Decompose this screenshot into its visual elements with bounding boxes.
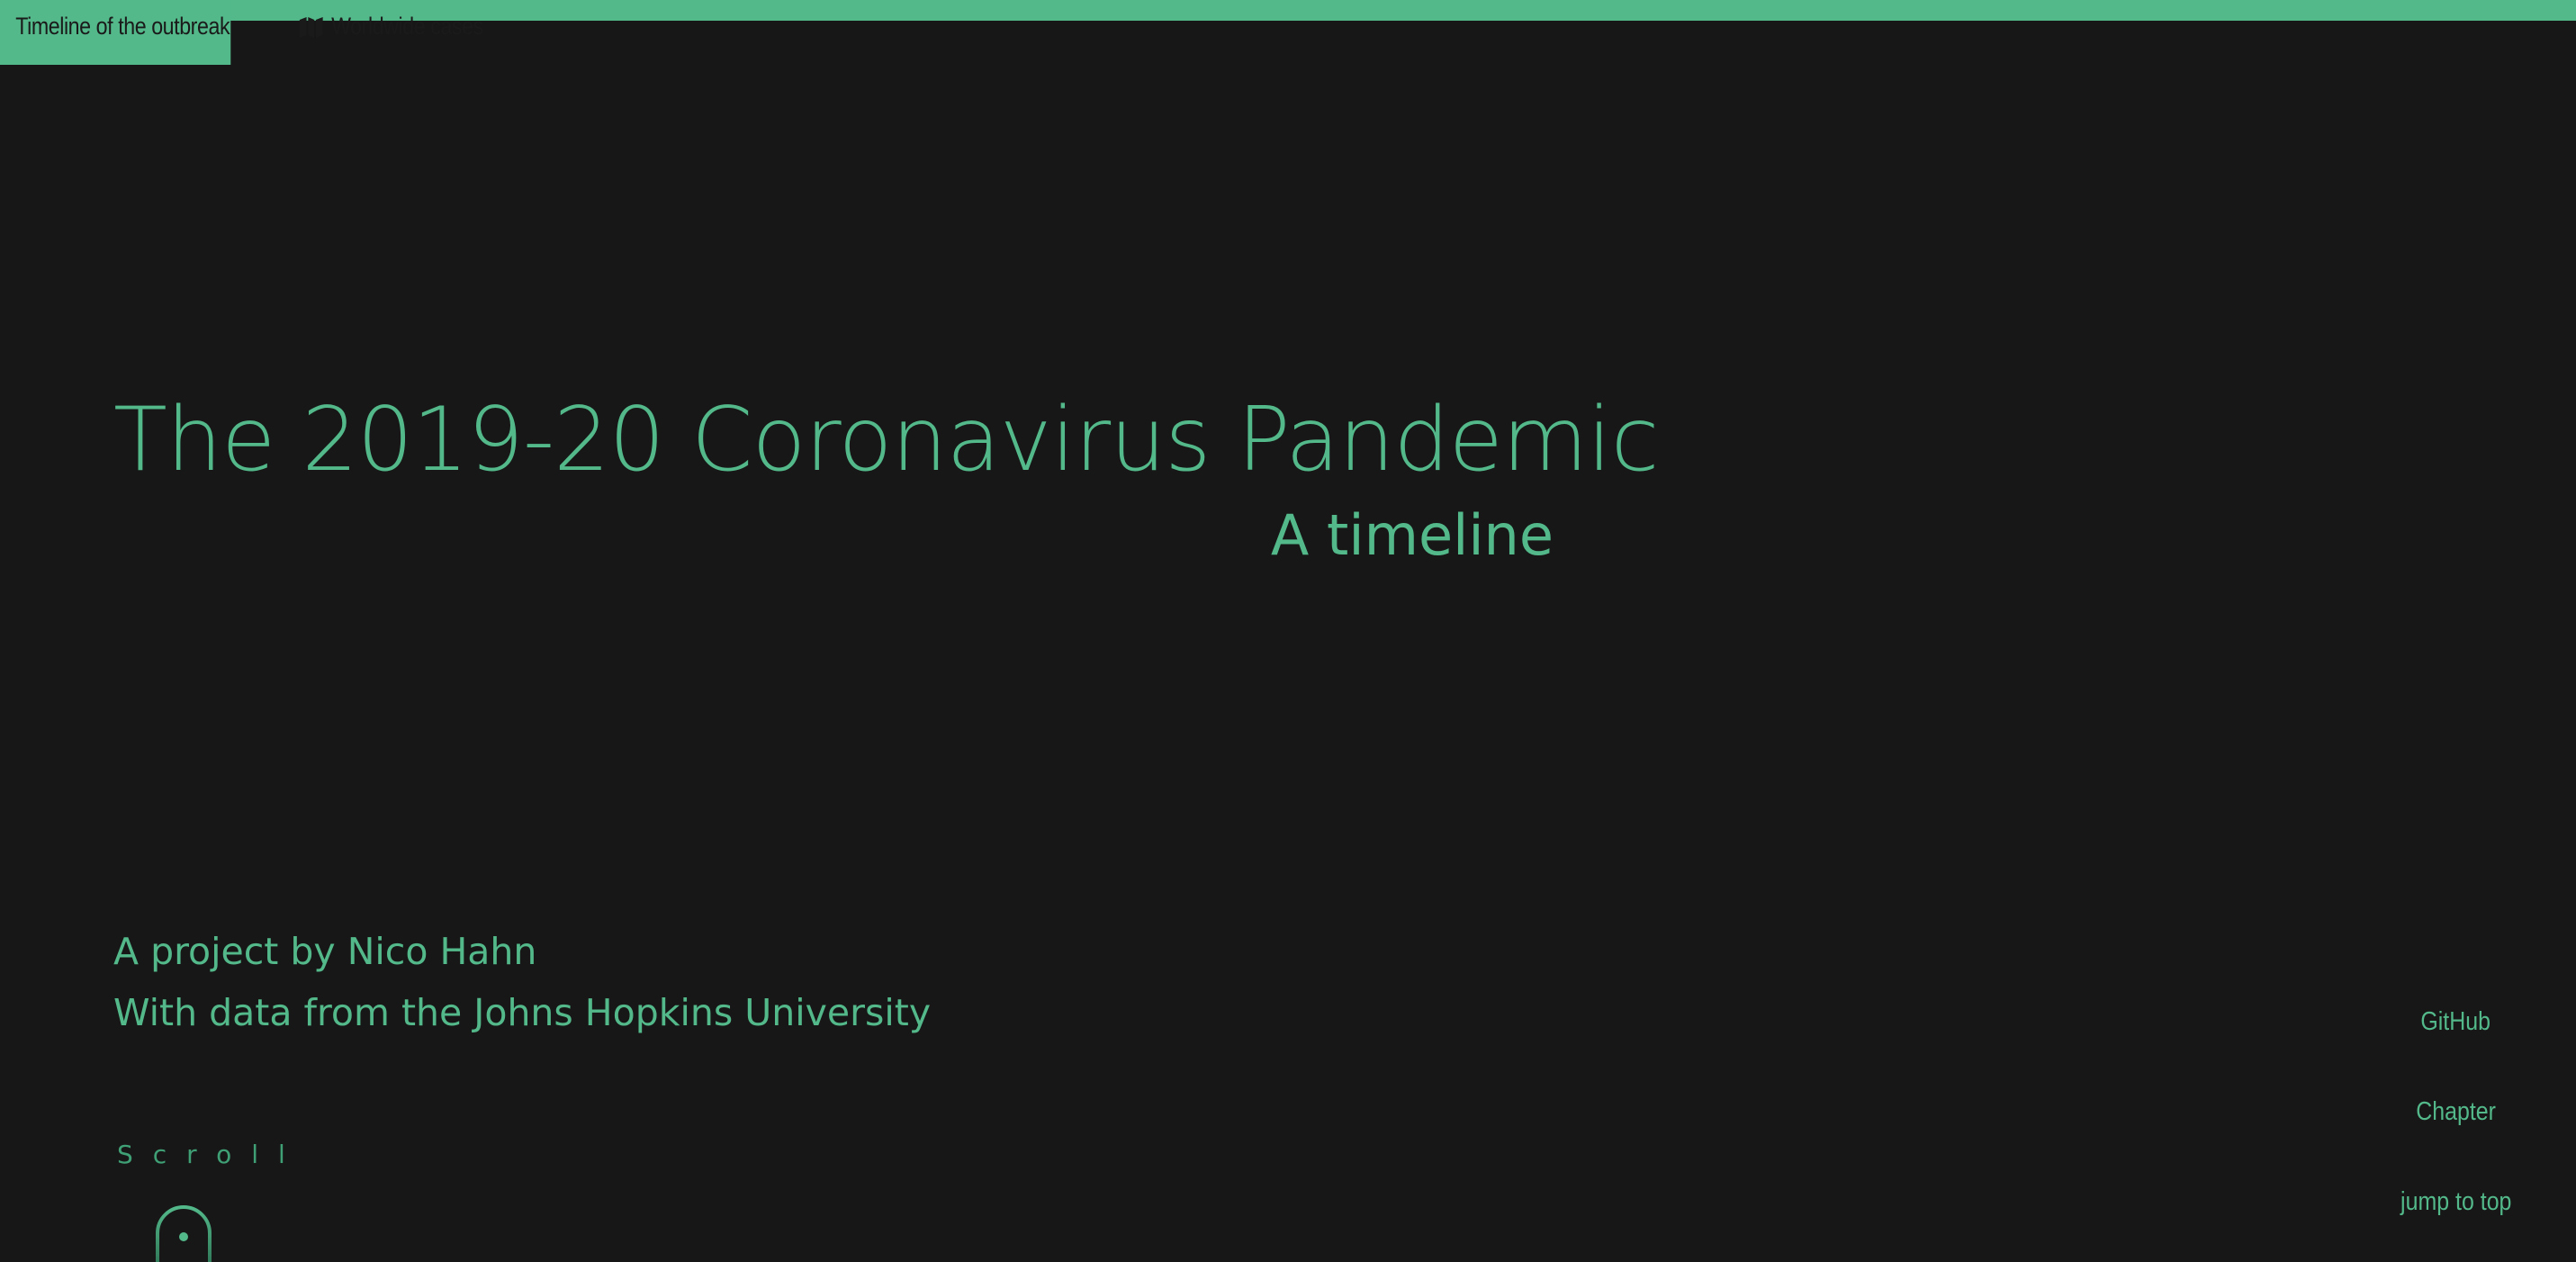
jump-to-top-link[interactable]: jump to top — [2400, 1179, 2511, 1262]
github-link[interactable]: GitHub — [2420, 999, 2490, 1089]
author-credit: A project by Nico Hahn — [113, 930, 537, 973]
data-source-credit: With data from the Johns Hopkins Univers… — [113, 991, 932, 1034]
tab-worldwide-cases-label: Worldwide cases — [331, 13, 483, 40]
scroll-hint-label: Scroll — [117, 1140, 305, 1169]
page-title: The 2019-20 Coronavirus Pandemic — [113, 389, 1659, 491]
mouse-icon — [156, 1205, 212, 1262]
tab-timeline[interactable]: Timeline of the outbreak — [0, 0, 231, 65]
tab-timeline-label: Timeline of the outbreak — [15, 13, 230, 40]
tab-worldwide-cases[interactable]: Worldwide cases — [299, 13, 483, 41]
credits: A project by Nico Hahn With data from th… — [113, 921, 931, 1043]
map-icon — [299, 16, 323, 38]
page-subtitle: A timeline — [1270, 502, 1554, 568]
chapter-link[interactable]: Chapter — [2416, 1089, 2496, 1179]
side-links: GitHub Chapter jump to top — [2391, 999, 2520, 1262]
